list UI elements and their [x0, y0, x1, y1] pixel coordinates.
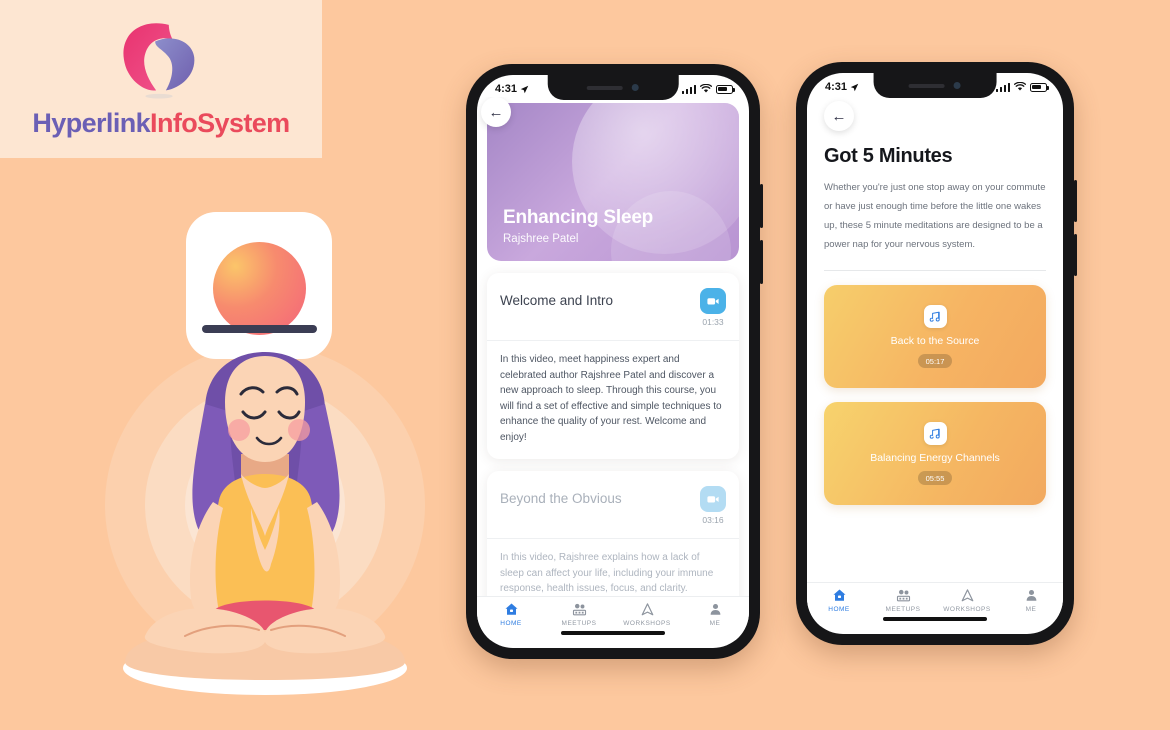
phone1-back-button[interactable]: ←: [481, 97, 511, 127]
lesson-media-block[interactable]: 03:16: [700, 486, 726, 525]
tab-workshops[interactable]: WORKSHOPS: [935, 588, 999, 613]
wifi-icon: [700, 84, 712, 93]
phone-mockup-course-detail: 4:31 ← Enhancing Sleep Rajshree Patel We…: [466, 64, 763, 659]
back-arrow-icon: ←: [481, 97, 511, 127]
volume-up-button[interactable]: [760, 184, 763, 228]
person-icon: [1026, 589, 1036, 601]
status-time: 4:31: [825, 81, 848, 93]
phone1-scroll-area[interactable]: ← Enhancing Sleep Rajshree Patel Welcome…: [477, 97, 749, 596]
phone1-screen: 4:31 ← Enhancing Sleep Rajshree Patel We…: [477, 75, 749, 648]
horizon-bar: [202, 325, 317, 333]
phone2-header-section: ← Got 5 Minutes Whether you're just one …: [807, 101, 1063, 271]
status-time: 4:31: [495, 83, 518, 95]
phone1-notch: [547, 75, 679, 100]
meditation-duration: 05:17: [917, 354, 953, 368]
cellular-signal-icon: [995, 82, 1010, 92]
cellular-signal-icon: [681, 84, 696, 94]
phone2-screen: 4:31 ← Got 5 Minutes Whether you're just…: [807, 73, 1063, 634]
meditation-title: Back to the Source: [890, 335, 980, 347]
course-author: Rajshree Patel: [503, 233, 579, 245]
lesson-duration: 03:16: [702, 515, 724, 525]
tab-label: ME: [1025, 606, 1037, 613]
people-group-icon: [896, 589, 910, 602]
tab-label: ME: [709, 620, 721, 627]
sun-shape: [213, 242, 306, 335]
lesson-media-block[interactable]: 01:33: [700, 288, 726, 327]
tab-label: WORKSHOPS: [623, 620, 671, 627]
tab-label: HOME: [828, 606, 850, 613]
people-group-icon: [572, 603, 586, 616]
brand-wordmark: HyperlinkInfoSystem: [32, 107, 290, 139]
home-icon: [505, 603, 517, 615]
lesson-title: Beyond the Obvious: [500, 491, 622, 506]
earpiece-speaker: [586, 85, 623, 90]
tab-workshops[interactable]: WORKSHOPS: [613, 602, 681, 627]
front-camera: [954, 82, 961, 89]
tab-me[interactable]: ME: [681, 602, 749, 627]
home-indicator: [561, 631, 665, 635]
tab-home[interactable]: HOME: [477, 602, 545, 627]
phone1-tab-bar: HOME MEETUPS WORKSHOPS ME: [477, 596, 749, 640]
video-camera-icon: [700, 288, 726, 314]
wifi-icon: [1014, 82, 1026, 91]
brand-name-part1: Hyperlink: [32, 107, 151, 138]
lesson-title: Welcome and Intro: [500, 293, 614, 308]
meditation-card[interactable]: Balancing Energy Channels 05:55: [824, 402, 1046, 505]
tab-home[interactable]: HOME: [807, 588, 871, 613]
phone2-body: ← Got 5 Minutes Whether you're just one …: [807, 95, 1063, 626]
volume-down-button[interactable]: [1074, 234, 1077, 276]
compass-triangle-icon: [641, 603, 653, 616]
lesson-description: In this video, meet happiness expert and…: [500, 354, 722, 443]
course-hero-card[interactable]: Enhancing Sleep Rajshree Patel: [487, 103, 739, 261]
tab-meetups[interactable]: MEETUPS: [545, 602, 613, 627]
compass-triangle-icon: [961, 589, 973, 602]
video-camera-icon: [700, 486, 726, 512]
lesson-card[interactable]: Welcome and Intro 01:33 In this video, m…: [487, 273, 739, 459]
location-arrow-icon: [520, 85, 529, 93]
brand-name-part2: InfoSystem: [150, 107, 290, 138]
battery-icon: [716, 84, 735, 94]
page-title: Got 5 Minutes: [824, 145, 953, 167]
phone1-body: ← Enhancing Sleep Rajshree Patel Welcome…: [477, 97, 749, 640]
hero-section: ← Enhancing Sleep Rajshree Patel: [477, 97, 749, 261]
tab-label: MEETUPS: [561, 620, 597, 627]
tab-label: HOME: [500, 620, 522, 627]
music-note-icon: [923, 422, 947, 445]
location-arrow-icon: [850, 83, 859, 91]
course-title: Enhancing Sleep: [503, 207, 654, 228]
volume-up-button[interactable]: [1074, 180, 1077, 222]
tab-me[interactable]: ME: [999, 588, 1063, 613]
phone2-tab-bar: HOME MEETUPS WORKSHOPS ME: [807, 582, 1063, 626]
front-camera: [631, 84, 639, 91]
earpiece-speaker: [909, 83, 945, 88]
home-indicator: [883, 617, 987, 621]
person-icon: [710, 603, 720, 615]
phone2-back-button[interactable]: ←: [824, 101, 854, 131]
meditation-duration: 05:55: [917, 471, 953, 485]
woman-meditating-figure: [123, 352, 407, 695]
meditation-card[interactable]: Back to the Source 05:17: [824, 285, 1046, 388]
tab-label: MEETUPS: [885, 606, 921, 613]
brand-logo-panel: HyperlinkInfoSystem: [0, 0, 322, 158]
lesson-description: In this video, Rajshree explains how a l…: [500, 552, 714, 594]
page-description: Whether you're just one stop away on you…: [824, 182, 1046, 250]
meditation-illustration: [55, 180, 475, 700]
sunrise-app-icon: [186, 212, 332, 359]
tab-label: WORKSHOPS: [943, 606, 991, 613]
meditation-title: Balancing Energy Channels: [870, 452, 1000, 464]
battery-icon: [1030, 82, 1049, 92]
lesson-card-header: Welcome and Intro 01:33: [487, 273, 739, 341]
phone-mockup-meditation-list: 4:31 ← Got 5 Minutes Whether you're just…: [796, 62, 1077, 645]
lesson-card-header: Beyond the Obvious 03:16: [487, 471, 739, 539]
phone2-notch: [873, 73, 997, 98]
section-divider: [824, 270, 1046, 271]
music-note-icon: [923, 305, 947, 328]
volume-down-button[interactable]: [760, 240, 763, 284]
tab-meetups[interactable]: MEETUPS: [871, 588, 935, 613]
home-icon: [833, 589, 845, 601]
lesson-card[interactable]: Beyond the Obvious 03:16 In this video, …: [487, 471, 739, 596]
swirl-logo-icon: [123, 22, 195, 99]
back-arrow-icon: ←: [831, 107, 847, 125]
lesson-duration: 01:33: [702, 317, 724, 327]
